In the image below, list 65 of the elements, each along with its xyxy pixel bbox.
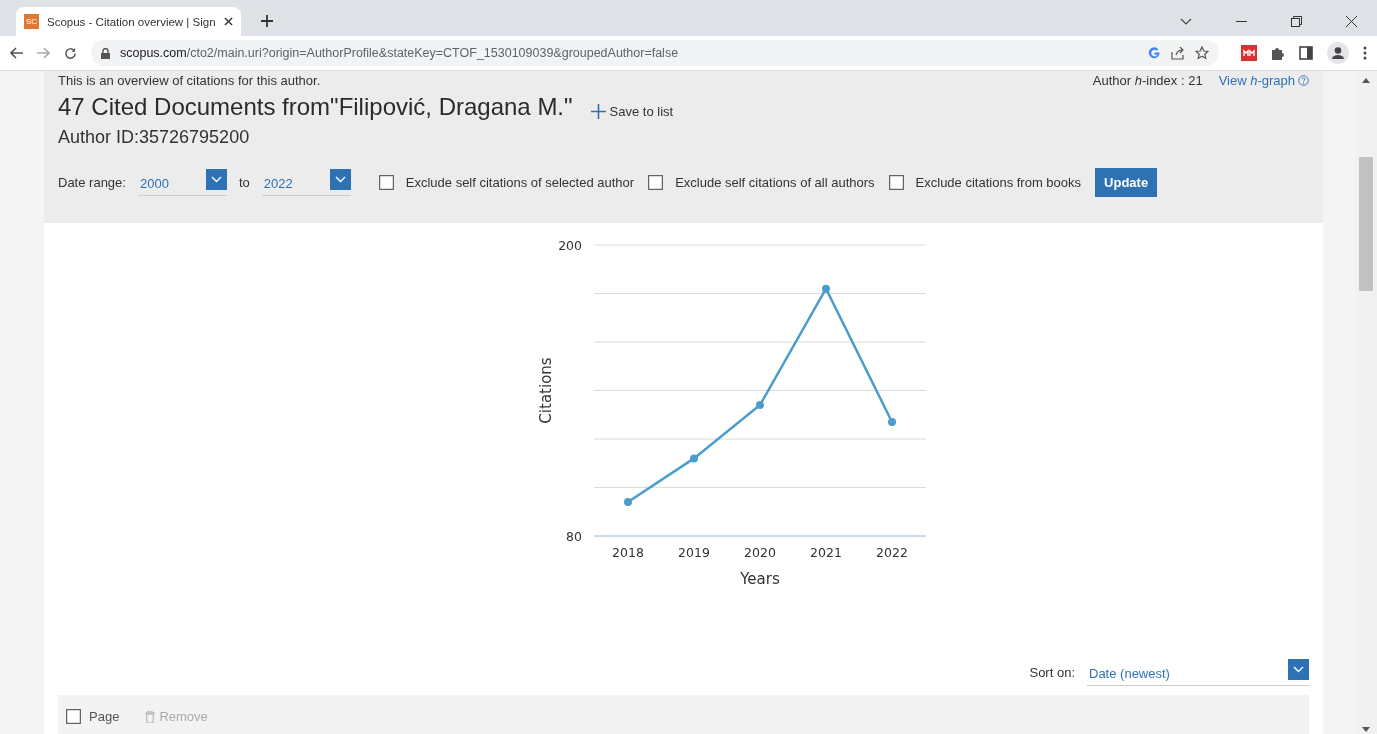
y-tick-label: 200 xyxy=(558,238,582,254)
menu-icon[interactable] xyxy=(1363,46,1367,60)
y-tick-label: 80 xyxy=(566,529,582,545)
trash-icon xyxy=(145,710,156,723)
sort-label: Sort on: xyxy=(1029,665,1075,681)
intro-text: This is an overview of citations for this author. xyxy=(58,72,321,88)
x-tick-label: 2018 xyxy=(612,545,644,561)
checkbox[interactable] xyxy=(888,175,904,190)
from-year-dropdown[interactable]: 2000 xyxy=(137,169,227,196)
google-icon[interactable] xyxy=(1148,46,1161,60)
chevron-icon xyxy=(205,169,227,190)
share-icon[interactable] xyxy=(1171,46,1185,60)
sort-dropdown[interactable]: Date (newest) xyxy=(1087,659,1309,687)
checkbox-label: Exclude self citations of all authors xyxy=(675,175,875,190)
data-point xyxy=(624,498,632,507)
to-year-dropdown[interactable]: 2022 xyxy=(261,169,351,196)
puzzle-icon[interactable] xyxy=(1271,46,1285,60)
page-checkbox[interactable] xyxy=(66,709,81,725)
scroll-up-icon[interactable] xyxy=(1362,78,1370,83)
page-title: 47 Cited Documents from"Filipović, Dragana M." xyxy=(58,93,573,121)
url-text: scopus.com/cto2/main.uri?origin=AuthorProfile&stateKey=CTOF_1530109039&groupedAuthor=false xyxy=(120,46,679,60)
scroll-thumb[interactable] xyxy=(1359,157,1373,291)
reload-icon[interactable] xyxy=(64,46,77,60)
x-tick-label: 2021 xyxy=(810,545,842,561)
side-panel-icon[interactable] xyxy=(1299,46,1313,60)
tab-title: Scopus - Citation overview | Sign xyxy=(47,15,216,28)
h-index-text: Author h-index : 21 xyxy=(1092,72,1203,88)
scroll-down-icon[interactable] xyxy=(1362,727,1370,732)
star-icon[interactable] xyxy=(1195,46,1209,60)
chevron-icon xyxy=(1288,659,1309,681)
h-graph-link[interactable]: View h-graph xyxy=(1218,72,1295,88)
data-point xyxy=(690,454,698,463)
chevron-icon xyxy=(329,169,351,190)
close-window-icon[interactable] xyxy=(1346,16,1357,27)
update-button[interactable]: Update xyxy=(1095,168,1158,197)
checkbox[interactable] xyxy=(378,175,394,190)
back-icon[interactable] xyxy=(10,47,23,59)
y-axis-title: Citations xyxy=(537,357,555,424)
x-tick-label: 2022 xyxy=(876,545,908,561)
address-bar[interactable]: scopus.com/cto2/main.uri?origin=AuthorProfile&stateKey=CTOF_1530109039&groupedAuthor=false xyxy=(91,40,1219,66)
browser-tab[interactable]: SC Scopus - Citation overview | Sign xyxy=(16,7,241,36)
extension-icon[interactable] xyxy=(1241,45,1257,61)
close-icon[interactable] xyxy=(223,17,233,26)
site-favicon: SC xyxy=(24,14,39,29)
checkbox[interactable] xyxy=(648,175,664,190)
checkbox-label: Exclude self citations of selected author xyxy=(405,175,635,190)
x-tick-label: 2020 xyxy=(744,545,776,561)
lock-icon[interactable] xyxy=(101,47,110,59)
date-range-label: Date range: xyxy=(58,175,126,190)
new-tab-icon[interactable] xyxy=(260,15,273,27)
profile-icon[interactable] xyxy=(1327,42,1349,64)
data-point xyxy=(822,284,830,293)
tab-search-icon[interactable] xyxy=(1180,18,1192,25)
checkbox-label: Exclude citations from books xyxy=(915,175,1082,190)
x-axis-title: Years xyxy=(740,570,780,589)
plus-icon xyxy=(590,103,606,119)
author-id: Author ID:35726795200 xyxy=(58,127,251,148)
data-point xyxy=(888,418,896,427)
help-icon[interactable] xyxy=(1298,74,1309,86)
x-tick-label: 2019 xyxy=(678,545,710,561)
to-label: to xyxy=(238,175,250,190)
restore-icon[interactable] xyxy=(1291,16,1302,27)
page-label: Page xyxy=(89,709,120,725)
data-point xyxy=(756,401,764,410)
save-to-list-link[interactable]: Save to list xyxy=(590,103,674,119)
